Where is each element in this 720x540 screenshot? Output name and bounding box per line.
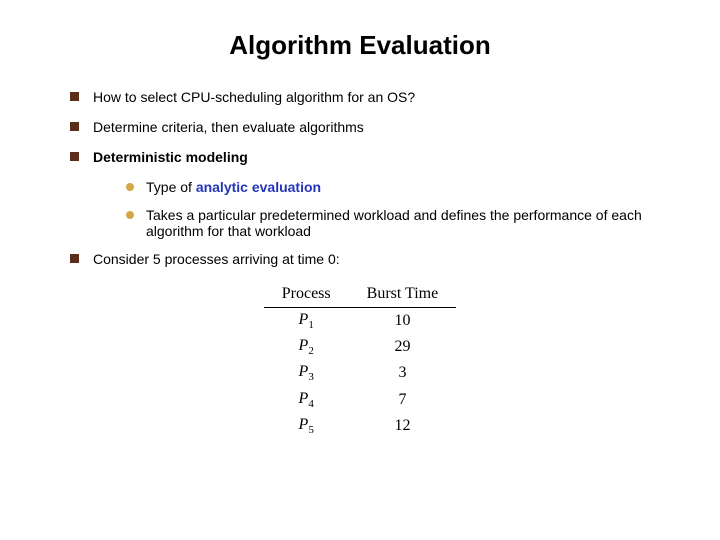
table-header-process: Process (264, 281, 349, 308)
process-letter: P (299, 337, 309, 354)
burst-cell: 12 (349, 413, 457, 439)
page-title: Algorithm Evaluation (50, 30, 670, 61)
sub-bullet-text: Type of analytic evaluation (146, 179, 321, 195)
sub-bullet-item: Type of analytic evaluation (126, 179, 670, 195)
burst-cell: 10 (349, 308, 457, 335)
bullet-item: How to select CPU-scheduling algorithm f… (70, 89, 670, 105)
sub-bullet-text: Takes a particular predetermined workloa… (146, 207, 670, 239)
table-row: P3 3 (264, 360, 456, 386)
process-cell: P3 (264, 360, 349, 386)
process-subscript: 5 (308, 424, 314, 436)
process-cell: P5 (264, 413, 349, 439)
table-header-burst: Burst Time (349, 281, 457, 308)
table-row: P4 7 (264, 387, 456, 413)
sub-text-prefix: Type of (146, 179, 196, 195)
table-row: P1 10 (264, 308, 456, 335)
bullet-item: Determine criteria, then evaluate algori… (70, 119, 670, 135)
process-table: Process Burst Time P1 10 P2 29 P3 3 P4 7 (264, 281, 456, 439)
burst-cell: 3 (349, 360, 457, 386)
burst-cell: 29 (349, 334, 457, 360)
sub-bullet-item: Takes a particular predetermined workloa… (126, 207, 670, 239)
process-subscript: 1 (308, 319, 314, 331)
table-row: P5 12 (264, 413, 456, 439)
sub-bullet-list: Type of analytic evaluation Takes a part… (70, 179, 670, 239)
process-letter: P (299, 363, 309, 380)
process-cell: P1 (264, 308, 349, 335)
process-letter: P (299, 416, 309, 433)
process-subscript: 4 (308, 398, 314, 410)
bullet-text: Consider 5 processes arriving at time 0: (93, 251, 340, 267)
square-bullet-icon (70, 122, 79, 131)
circle-bullet-icon (126, 183, 134, 191)
square-bullet-icon (70, 92, 79, 101)
bullet-text: Determine criteria, then evaluate algori… (93, 119, 364, 135)
process-cell: P4 (264, 387, 349, 413)
process-letter: P (299, 390, 309, 407)
process-subscript: 2 (308, 345, 314, 357)
bullet-text: Deterministic modeling (93, 149, 248, 165)
bullet-text: How to select CPU-scheduling algorithm f… (93, 89, 415, 105)
process-subscript: 3 (308, 372, 314, 384)
bullet-item: Consider 5 processes arriving at time 0: (70, 251, 670, 267)
process-table-wrap: Process Burst Time P1 10 P2 29 P3 3 P4 7 (50, 281, 670, 439)
process-cell: P2 (264, 334, 349, 360)
square-bullet-icon (70, 254, 79, 263)
bullet-item: Deterministic modeling Type of analytic … (70, 149, 670, 239)
burst-cell: 7 (349, 387, 457, 413)
main-bullet-list: How to select CPU-scheduling algorithm f… (50, 89, 670, 267)
table-row: P2 29 (264, 334, 456, 360)
process-letter: P (299, 311, 309, 328)
circle-bullet-icon (126, 211, 134, 219)
sub-text-emph: analytic evaluation (196, 179, 321, 195)
square-bullet-icon (70, 152, 79, 161)
